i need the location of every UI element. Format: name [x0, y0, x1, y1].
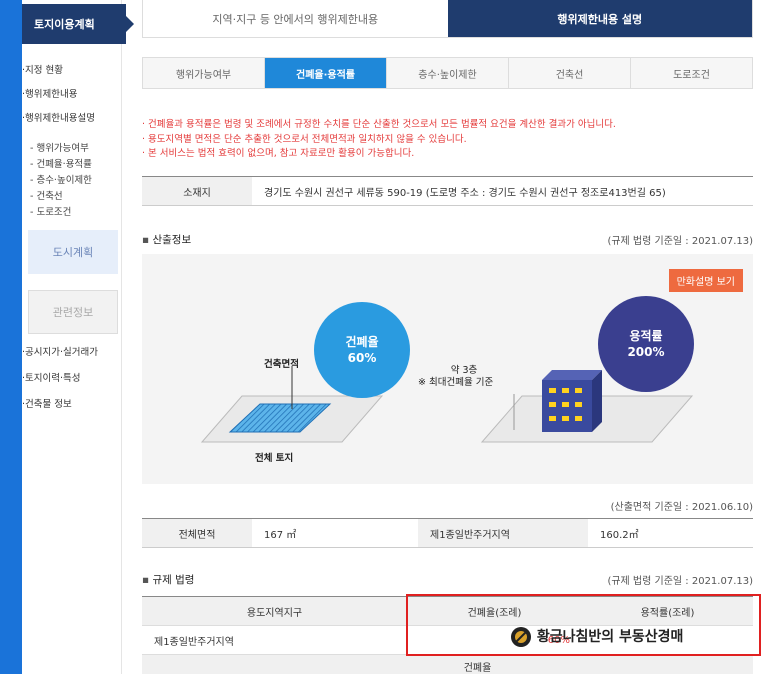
- tab-restriction-desc[interactable]: 행위제한내용 설명: [447, 0, 752, 37]
- sidebar-title[interactable]: 토지이용계획: [22, 4, 134, 44]
- coverage-label: 건폐율: [345, 335, 379, 349]
- zone-area-value: 160.2㎡: [600, 529, 639, 541]
- tab-restriction-content[interactable]: 지역·지구 등 안에서의 행위제한내용: [143, 0, 448, 37]
- building-side: [592, 370, 602, 432]
- sidebar-sub-road[interactable]: - 도로조건: [30, 204, 71, 218]
- far-label: 용적률: [629, 329, 663, 343]
- notice-line: · 건폐율과 용적률은 법령 및 조례에서 규정한 수치를 단순 산출한 것으로…: [142, 119, 616, 130]
- law-next-label: 건폐율: [463, 663, 492, 674]
- zone-area-label: 제1종일반주거지역: [418, 519, 588, 547]
- building-area-label: 건축면적: [264, 359, 299, 370]
- top-tabs: 지역·지구 등 안에서의 행위제한내용 행위제한내용 설명: [142, 0, 753, 38]
- area-date: (산출면적 기준일 : 2021.06.10): [610, 502, 753, 513]
- calc-section-title: 산출정보: [142, 232, 191, 247]
- law-col-zone: 용도지역지구: [142, 597, 407, 625]
- sidebar-item-restrictions[interactable]: ·행위제한내용: [22, 86, 77, 100]
- law-date: (규제 법령 기준일 : 2021.07.13): [607, 576, 753, 587]
- location-label: 소재지: [142, 177, 252, 205]
- sub-tabs: 행위가능여부 건폐율·용적률 층수·높이제한 건축선 도로조건: [142, 57, 753, 89]
- notice-line: · 본 서비스는 법적 효력이 없으며, 참고 자료로만 활용이 가능합니다.: [142, 148, 415, 159]
- sidebar-item-building-info[interactable]: ·건축물 정보: [22, 396, 72, 410]
- sidebar-sub-floors[interactable]: - 층수·높이제한: [30, 172, 92, 186]
- calc-illustration: 만화설명 보기 건폐율 60% 용적률 200% 건축면적 전체 토지 약 3층…: [142, 254, 753, 484]
- sidebar: 토지이용계획 ·지정 현황 ·행위제한내용 ·행위제한내용설명 - 행위가능여부…: [22, 0, 134, 674]
- sidebar-item-price[interactable]: ·공시지가·실거래가: [22, 344, 98, 358]
- urban-plan-box[interactable]: 도시계획: [28, 230, 118, 274]
- coverage-value: 60%: [347, 351, 377, 365]
- coverage-circle: 건폐율 60%: [314, 302, 410, 398]
- floors-note: ※ 최대건폐율 기준: [418, 377, 494, 388]
- building-top: [542, 370, 602, 380]
- subtab-coverage[interactable]: 건폐율·용적률: [265, 58, 387, 88]
- sidebar-item-designation[interactable]: ·지정 현황: [22, 62, 63, 76]
- sidebar-item-land-history[interactable]: ·토지이력·특성: [22, 370, 81, 384]
- sidebar-item-restriction-desc[interactable]: ·행위제한내용설명: [22, 110, 95, 124]
- total-area-label: 전체면적: [142, 519, 252, 547]
- law-section-title: 규제 법령: [142, 572, 194, 587]
- sidebar-sub-possible[interactable]: - 행위가능여부: [30, 140, 89, 154]
- compass-icon: [511, 627, 531, 647]
- calc-date: (규제 법령 기준일 : 2021.07.13): [607, 236, 753, 247]
- sidebar-sub-building-line[interactable]: - 건축선: [30, 188, 63, 202]
- watermark-text: 황금나침반의 부동산경매: [536, 629, 684, 645]
- location-row: 소재지 경기도 수원시 권선구 세류동 590-19 (도로명 주소 : 경기도…: [142, 176, 753, 206]
- window-left-edge: [0, 0, 22, 674]
- area-row: 전체면적 167 ㎡ 제1종일반주거지역 160.2㎡: [142, 518, 753, 548]
- far-value: 200%: [627, 345, 665, 359]
- notice-line: · 용도지역별 면적은 단순 추출한 것으로서 전체면적과 일치하지 않을 수 …: [142, 133, 467, 145]
- subtab-road[interactable]: 도로조건: [631, 58, 752, 88]
- building-windows: [549, 388, 582, 421]
- total-land-label: 전체 토지: [255, 453, 294, 464]
- law-next-row: 건폐율: [142, 655, 753, 674]
- location-value: 경기도 수원시 권선구 세류동 590-19 (도로명 주소 : 경기도 수원시…: [264, 187, 666, 199]
- main-content: 지역·지구 등 안에서의 행위제한내용 행위제한내용 설명 행위가능여부 건폐율…: [130, 0, 773, 674]
- watermark: 황금나침반의 부동산경매: [510, 626, 683, 648]
- far-circle: 용적률 200%: [598, 296, 694, 392]
- subtab-floors[interactable]: 층수·높이제한: [387, 58, 509, 88]
- subtab-building-line[interactable]: 건축선: [509, 58, 631, 88]
- related-info-box[interactable]: 관련정보: [28, 290, 118, 334]
- total-area-value: 167 ㎡: [264, 529, 297, 541]
- subtab-possible[interactable]: 행위가능여부: [143, 58, 265, 88]
- notice-list: · 건폐율과 용적률은 법령 및 조례에서 규정한 수치를 단순 산출한 것으로…: [142, 118, 616, 162]
- sidebar-sub-coverage[interactable]: - 건폐율·용적률: [30, 156, 92, 170]
- law-zone-cell: 제1종일반주거지역: [154, 636, 234, 648]
